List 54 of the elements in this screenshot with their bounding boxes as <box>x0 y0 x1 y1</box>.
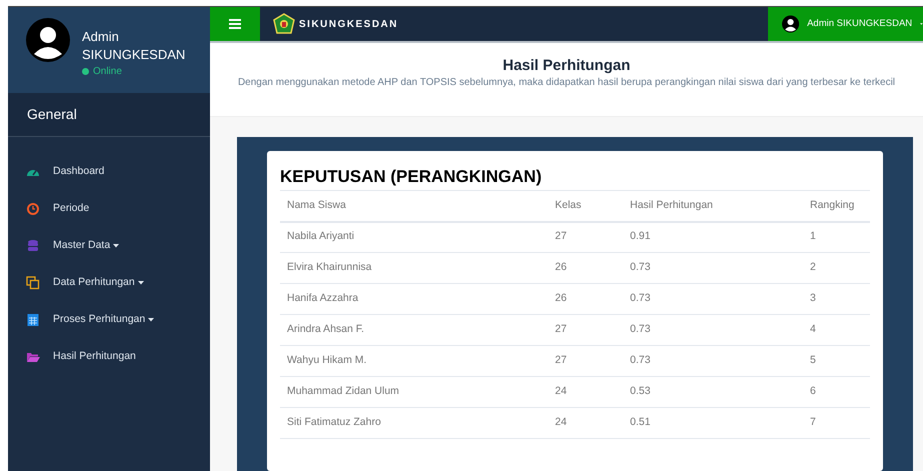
table-title: KEPUTUSAN (PERANGKINGAN) <box>280 166 543 188</box>
table-cell: 5 <box>803 346 870 376</box>
table-cell: Hanifa Azzahra <box>280 284 548 314</box>
column-header: Hasil Perhitungan <box>623 190 803 222</box>
brand-name: SIKUNGKESDAN <box>299 18 398 32</box>
table-cell: 7 <box>803 408 870 438</box>
table-cell: 0.73 <box>623 346 803 376</box>
user-name: Admin SIKUNGKESDAN <box>82 28 186 64</box>
table-cell: 0.73 <box>623 314 803 346</box>
table-cell: 0.53 <box>623 376 803 408</box>
table-cell: 27 <box>548 222 623 252</box>
table-cell: 26 <box>548 284 623 314</box>
table-cell: 1 <box>803 222 870 252</box>
clock-icon <box>26 202 40 216</box>
sidebar-item[interactable]: Dashboard <box>8 153 210 190</box>
table-cell: Wahyu Hikam M. <box>280 346 548 376</box>
column-header: Nama Siswa <box>280 190 548 222</box>
table-cell: 27 <box>548 314 623 346</box>
table-cell: 0.91 <box>623 222 803 252</box>
table-cell: Nabila Ariyanti <box>280 222 548 252</box>
sidebar-item[interactable]: Data Perhitungan <box>8 264 210 301</box>
table-cell: Elvira Khairunnisa <box>280 252 548 284</box>
sidebar-item[interactable]: Periode <box>8 190 210 227</box>
table-cell: Muhammad Zidan Ulum <box>280 376 548 408</box>
user-menu-button[interactable]: Admin SIKUNGKESDAN <box>768 7 923 42</box>
table-cell: 24 <box>548 408 623 438</box>
page-description: Dengan menggunakan metode AHP dan TOPSIS sebelumnya, maka didapatkan hasil berupa perangkingan nilai siswa dari yang terbesar ke terkecil <box>236 76 896 90</box>
sidebar-item[interactable]: Master Data <box>8 227 210 264</box>
column-header: Kelas <box>548 190 623 222</box>
sidebar-item[interactable]: Proses Perhitungan <box>8 301 210 338</box>
column-header: Rangking <box>803 190 870 222</box>
menu-icon <box>229 19 241 30</box>
table-cell: 0.73 <box>623 252 803 284</box>
table-cell: 0.73 <box>623 284 803 314</box>
online-status: Online <box>93 65 122 79</box>
copy-icon <box>26 276 40 290</box>
table-cell: 24 <box>548 376 623 408</box>
table-cell: Siti Fatimatuz Zahro <box>280 408 548 438</box>
database-icon <box>26 238 40 252</box>
calculator-icon <box>26 312 40 326</box>
table-cell: 0.51 <box>623 408 803 438</box>
section-heading: General <box>27 105 77 124</box>
logo-icon <box>273 13 295 36</box>
table-cell: 6 <box>803 376 870 408</box>
sidebar-item[interactable]: Hasil Perhitungan <box>8 338 210 375</box>
table-cell: 3 <box>803 284 870 314</box>
table-cell: Arindra Ahsan F. <box>280 314 548 346</box>
table-cell: 4 <box>803 314 870 346</box>
avatar-icon <box>26 18 70 62</box>
table-cell: 2 <box>803 252 870 284</box>
menu-toggle-button[interactable] <box>210 7 260 42</box>
page-title: Hasil Perhitungan <box>502 57 630 76</box>
table-cell: 27 <box>548 346 623 376</box>
table-cell: 26 <box>548 252 623 284</box>
